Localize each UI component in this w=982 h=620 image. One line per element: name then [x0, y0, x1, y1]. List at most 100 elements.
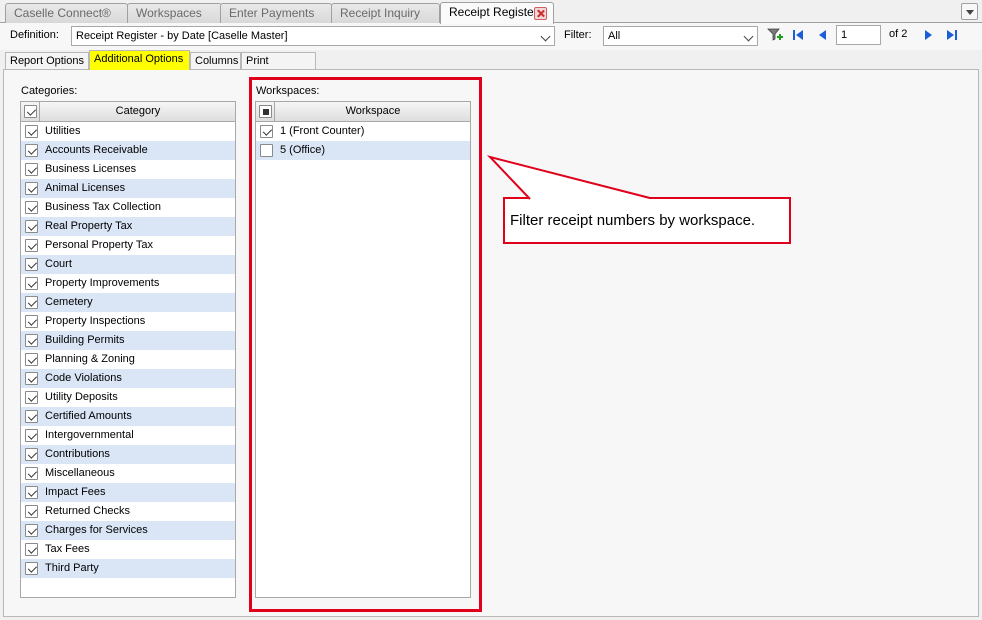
- category-label: Impact Fees: [45, 486, 106, 498]
- category-row[interactable]: Property Improvements: [21, 274, 235, 293]
- category-checkbox[interactable]: [25, 486, 38, 499]
- tab-enter-payments[interactable]: Enter Payments: [220, 3, 332, 23]
- filter-label: Filter:: [564, 29, 592, 41]
- category-row[interactable]: Third Party: [21, 559, 235, 578]
- select-all-categories-cell: [21, 102, 40, 121]
- category-checkbox[interactable]: [25, 410, 38, 423]
- category-row[interactable]: Property Inspections: [21, 312, 235, 331]
- select-all-categories-checkbox[interactable]: [24, 105, 37, 118]
- category-label: Utility Deposits: [45, 391, 118, 403]
- category-label: Code Violations: [45, 372, 122, 384]
- next-page-icon[interactable]: [920, 27, 936, 43]
- category-checkbox[interactable]: [25, 505, 38, 518]
- category-row[interactable]: Intergovernmental: [21, 426, 235, 445]
- category-row[interactable]: Animal Licenses: [21, 179, 235, 198]
- category-checkbox[interactable]: [25, 201, 38, 214]
- filter-dropdown[interactable]: All: [603, 26, 758, 46]
- category-row[interactable]: Business Licenses: [21, 160, 235, 179]
- category-row[interactable]: Tax Fees: [21, 540, 235, 559]
- category-label: Accounts Receivable: [45, 144, 148, 156]
- category-checkbox[interactable]: [25, 144, 38, 157]
- subtab-label: Additional Options: [94, 53, 184, 65]
- tab-label: Caselle Connect®: [14, 6, 111, 20]
- category-checkbox[interactable]: [25, 429, 38, 442]
- category-checkbox[interactable]: [25, 239, 38, 252]
- category-row[interactable]: Business Tax Collection: [21, 198, 235, 217]
- category-label: Business Licenses: [45, 163, 137, 175]
- workspaces-highlight-frame: [249, 77, 482, 612]
- category-label: Real Property Tax: [45, 220, 133, 232]
- category-checkbox[interactable]: [25, 543, 38, 556]
- category-row[interactable]: Impact Fees: [21, 483, 235, 502]
- category-checkbox[interactable]: [25, 315, 38, 328]
- category-row[interactable]: Contributions: [21, 445, 235, 464]
- category-checkbox[interactable]: [25, 467, 38, 480]
- category-checkbox[interactable]: [25, 372, 38, 385]
- definition-dropdown[interactable]: Receipt Register - by Date [Caselle Mast…: [71, 26, 555, 46]
- tab-receipt-inquiry[interactable]: Receipt Inquiry: [331, 3, 440, 23]
- category-label: Business Tax Collection: [45, 201, 161, 213]
- tab-label: Receipt Inquiry: [340, 6, 421, 20]
- previous-page-icon[interactable]: [815, 27, 831, 43]
- category-label: Intergovernmental: [45, 429, 134, 441]
- tab-caselle-connect[interactable]: Caselle Connect®: [5, 3, 128, 23]
- category-row[interactable]: Charges for Services: [21, 521, 235, 540]
- subtab-additional-options[interactable]: Additional Options: [89, 50, 190, 70]
- category-row[interactable]: Court: [21, 255, 235, 274]
- category-checkbox[interactable]: [25, 524, 38, 537]
- category-checkbox[interactable]: [25, 391, 38, 404]
- chevron-down-icon: [744, 30, 754, 42]
- categories-rows: Utilities Accounts Receivable Business Lic…: [21, 122, 235, 578]
- category-label: Certified Amounts: [45, 410, 132, 422]
- category-row[interactable]: Utilities: [21, 122, 235, 141]
- category-row[interactable]: Certified Amounts: [21, 407, 235, 426]
- category-label: Property Inspections: [45, 315, 146, 327]
- category-checkbox[interactable]: [25, 163, 38, 176]
- category-checkbox[interactable]: [25, 353, 38, 366]
- category-column-header[interactable]: Category: [41, 102, 235, 121]
- categories-label: Categories:: [21, 85, 78, 97]
- category-row[interactable]: Returned Checks: [21, 502, 235, 521]
- last-page-icon[interactable]: [944, 27, 960, 43]
- category-row[interactable]: Accounts Receivable: [21, 141, 235, 160]
- category-checkbox[interactable]: [25, 334, 38, 347]
- close-tab-icon[interactable]: [534, 7, 547, 20]
- categories-grid: Category Utilities Accounts Receivable Bus…: [20, 101, 236, 598]
- category-checkbox[interactable]: [25, 125, 38, 138]
- category-label: Returned Checks: [45, 505, 130, 517]
- category-row[interactable]: Cemetery: [21, 293, 235, 312]
- tab-receipt-register[interactable]: Receipt Register: [440, 2, 554, 24]
- options-tab-strip: Report Options Additional Options Column…: [0, 50, 982, 84]
- tab-list-dropdown-button[interactable]: [961, 3, 978, 20]
- category-label: Tax Fees: [45, 543, 90, 555]
- category-row[interactable]: Planning & Zoning: [21, 350, 235, 369]
- category-row[interactable]: Miscellaneous: [21, 464, 235, 483]
- callout-pointer: [486, 155, 651, 200]
- category-checkbox[interactable]: [25, 220, 38, 233]
- callout-text: Filter receipt numbers by workspace.: [510, 212, 756, 229]
- category-label: Utilities: [45, 125, 81, 137]
- category-row[interactable]: Building Permits: [21, 331, 235, 350]
- category-row[interactable]: Real Property Tax: [21, 217, 235, 236]
- subtab-label: Report Options: [10, 55, 84, 67]
- subtab-print-settings[interactable]: Print Settings: [241, 52, 316, 84]
- category-row[interactable]: Code Violations: [21, 369, 235, 388]
- category-checkbox[interactable]: [25, 277, 38, 290]
- category-label: Contributions: [45, 448, 110, 460]
- tab-workspaces[interactable]: Workspaces: [127, 3, 222, 23]
- category-label: Property Improvements: [45, 277, 160, 289]
- page-number-value: 1: [841, 29, 848, 41]
- category-checkbox[interactable]: [25, 448, 38, 461]
- subtab-columns[interactable]: Columns: [190, 52, 241, 70]
- category-checkbox[interactable]: [25, 296, 38, 309]
- page-number-input[interactable]: 1: [836, 25, 881, 45]
- category-row[interactable]: Utility Deposits: [21, 388, 235, 407]
- category-checkbox[interactable]: [25, 562, 38, 575]
- filter-add-icon[interactable]: [767, 27, 783, 43]
- category-checkbox[interactable]: [25, 258, 38, 271]
- category-row[interactable]: Personal Property Tax: [21, 236, 235, 255]
- first-page-icon[interactable]: [790, 27, 806, 43]
- category-checkbox[interactable]: [25, 182, 38, 195]
- subtab-report-options[interactable]: Report Options: [5, 52, 89, 70]
- report-toolbar: Definition: Receipt Register - by Date […: [0, 23, 982, 50]
